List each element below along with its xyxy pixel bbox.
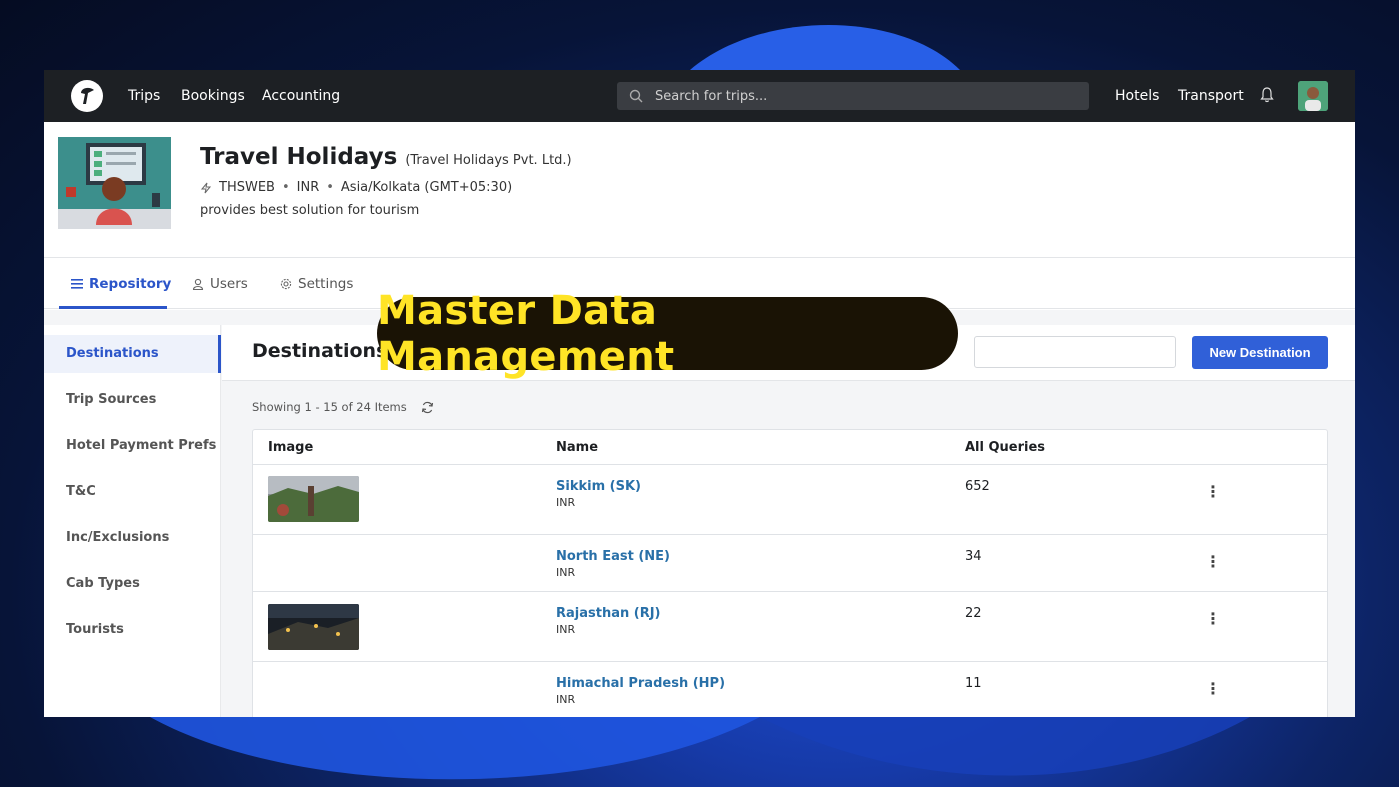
more-options-icon[interactable]: ⋮ xyxy=(1203,608,1223,628)
destination-query-count: 34 xyxy=(965,549,982,564)
tab-repository[interactable]: Repository xyxy=(71,259,171,309)
destination-query-count: 652 xyxy=(965,479,990,494)
items-count-label: Showing 1 - 15 of 24 Items xyxy=(252,400,407,414)
destination-query-count: 22 xyxy=(965,606,982,621)
organization-code: THSWEB xyxy=(219,180,275,195)
sidebar-item-cab-types[interactable]: Cab Types xyxy=(44,565,221,603)
destination-currency: INR xyxy=(556,496,576,509)
list-icon xyxy=(71,279,83,289)
trip-search-bar[interactable] xyxy=(617,82,1089,110)
organization-timezone: Asia/Kolkata (GMT+05:30) xyxy=(340,180,513,195)
logo-icon xyxy=(81,87,94,104)
column-header-queries: All Queries xyxy=(965,440,1046,455)
table-row[interactable]: Himachal Pradesh (HP) INR 11 ⋮ xyxy=(253,662,1327,717)
app-logo[interactable] xyxy=(71,80,103,112)
organization-illustration xyxy=(58,137,171,229)
table-row[interactable]: Rajasthan (RJ) INR 22 ⋮ xyxy=(253,592,1327,662)
nav-transport[interactable]: Transport xyxy=(1178,70,1244,122)
destination-thumbnail xyxy=(268,476,359,522)
search-input[interactable] xyxy=(655,88,1075,104)
destination-name-link[interactable]: Sikkim (SK) xyxy=(556,479,641,494)
notifications-bell-icon[interactable] xyxy=(1260,87,1274,107)
destination-currency: INR xyxy=(556,693,576,706)
nav-bookings[interactable]: Bookings xyxy=(181,70,245,122)
destination-thumbnail xyxy=(268,604,359,650)
search-destinations-input[interactable] xyxy=(974,336,1176,368)
sidebar-item-trip-sources[interactable]: Trip Sources xyxy=(44,381,221,419)
destination-name-link[interactable]: Himachal Pradesh (HP) xyxy=(556,676,725,691)
user-icon xyxy=(192,278,204,290)
destination-name-link[interactable]: North East (NE) xyxy=(556,549,670,564)
destinations-table: Image Name All Queries Sikkim (SK) INR 6 xyxy=(252,429,1328,717)
sidebar-item-inc-exclusions[interactable]: Inc/Exclusions xyxy=(44,519,221,557)
caption-text: Master Data Management xyxy=(377,287,675,380)
tab-users[interactable]: Users xyxy=(192,259,248,309)
column-header-name: Name xyxy=(556,440,599,455)
search-icon xyxy=(629,89,643,103)
destination-name-link[interactable]: Rajasthan (RJ) xyxy=(556,606,661,621)
page-title: Destinations xyxy=(252,340,388,362)
sidebar-item-hotel-payment-prefs[interactable]: Hotel Payment Prefs xyxy=(44,427,221,465)
new-destination-button[interactable]: New Destination xyxy=(1192,336,1328,369)
organization-name: Travel Holidays xyxy=(200,144,398,170)
tab-settings[interactable]: Settings xyxy=(280,259,353,309)
more-options-icon[interactable]: ⋮ xyxy=(1203,678,1223,698)
sidebar-item-destinations[interactable]: Destinations xyxy=(44,335,221,373)
nav-hotels[interactable]: Hotels xyxy=(1115,70,1159,122)
organization-header: Travel Holidays (Travel Holidays Pvt. Lt… xyxy=(44,122,1355,258)
organization-title: Travel Holidays (Travel Holidays Pvt. Lt… xyxy=(200,144,572,170)
table-header: Image Name All Queries xyxy=(253,430,1327,465)
table-row[interactable]: North East (NE) INR 34 ⋮ xyxy=(253,535,1327,592)
separator-dot: • xyxy=(281,180,290,195)
caption-banner: Master Data Management xyxy=(377,288,958,380)
nav-trips[interactable]: Trips xyxy=(128,70,160,122)
destinations-panel: Destinations New Destination Showing 1 -… xyxy=(222,325,1355,717)
destination-currency: INR xyxy=(556,566,576,579)
active-tab-indicator xyxy=(59,306,167,309)
repository-sidebar: Destinations Trip Sources Hotel Payment … xyxy=(44,325,221,717)
app-window: Trips Bookings Accounting Hotels Transpo… xyxy=(44,70,1355,717)
tab-label: Settings xyxy=(298,276,354,292)
user-avatar[interactable] xyxy=(1298,81,1328,111)
destination-currency: INR xyxy=(556,623,576,636)
organization-description: provides best solution for tourism xyxy=(200,203,420,218)
organization-legal-name: (Travel Holidays Pvt. Ltd.) xyxy=(405,153,572,168)
refresh-icon[interactable] xyxy=(421,401,434,414)
destination-query-count: 11 xyxy=(965,676,982,691)
nav-accounting[interactable]: Accounting xyxy=(262,70,340,122)
tab-label: Users xyxy=(210,276,248,292)
tab-label: Repository xyxy=(89,276,172,292)
organization-meta: THSWEB • INR • Asia/Kolkata (GMT+05:30) xyxy=(200,180,512,195)
column-header-image: Image xyxy=(268,440,314,455)
more-options-icon[interactable]: ⋮ xyxy=(1203,481,1223,501)
more-options-icon[interactable]: ⋮ xyxy=(1203,551,1223,571)
top-navbar: Trips Bookings Accounting Hotels Transpo… xyxy=(44,70,1355,122)
organization-currency: INR xyxy=(296,180,320,195)
gear-icon xyxy=(280,278,292,290)
pagination-summary: Showing 1 - 15 of 24 Items xyxy=(252,400,434,414)
lightning-icon xyxy=(200,182,212,193)
sidebar-item-terms[interactable]: T&C xyxy=(44,473,221,511)
table-row[interactable]: Sikkim (SK) INR 652 ⋮ xyxy=(253,465,1327,535)
separator-dot: • xyxy=(326,180,334,195)
sidebar-item-tourists[interactable]: Tourists xyxy=(44,611,221,649)
